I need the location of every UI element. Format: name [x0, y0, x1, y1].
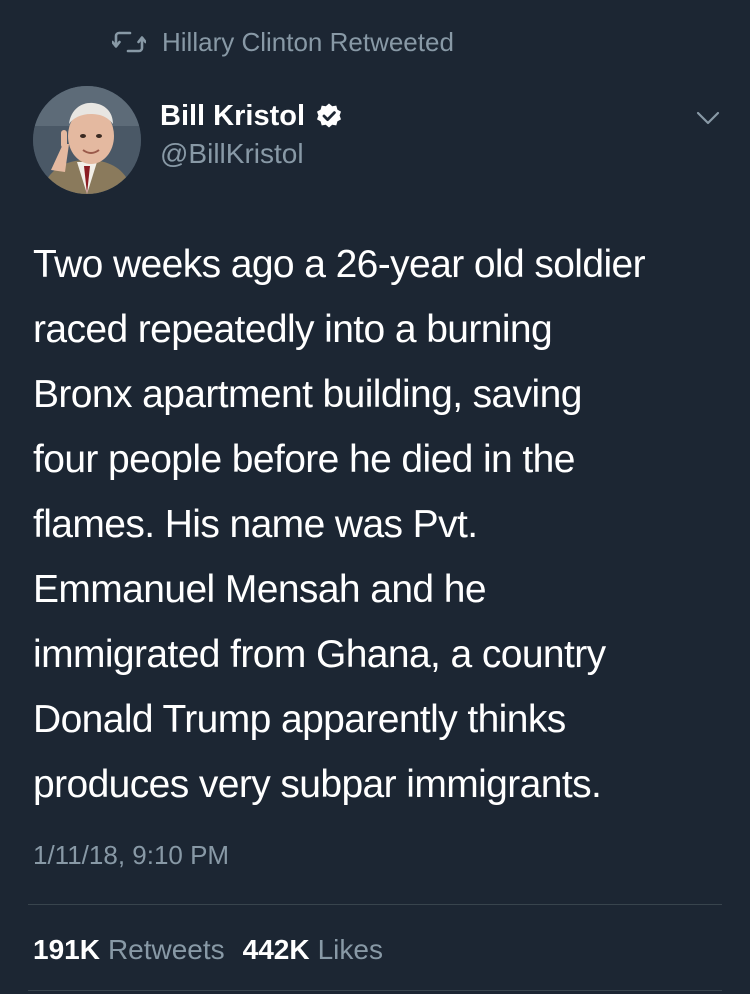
retweet-icon [112, 30, 146, 54]
retweets-count[interactable]: 191K [33, 934, 100, 966]
tweet-text-line: Two weeks ago a 26-year old soldier [33, 243, 646, 286]
tweet-text-line: Bronx apartment building, saving [33, 373, 582, 416]
tweet-text-line: Emmanuel Mensah and he [33, 568, 487, 611]
likes-count[interactable]: 442K [243, 934, 310, 966]
tweet-text-line: produces very subpar immigrants. [33, 763, 602, 806]
verified-badge-icon [315, 102, 343, 130]
tweet-text-line: four people before he died in the [33, 438, 575, 481]
author-block[interactable]: Bill Kristol @BillKristol [160, 96, 343, 170]
retweet-context-text: Hillary Clinton Retweeted [162, 26, 454, 57]
tweet-text-line: immigrated from Ghana, a country [33, 633, 606, 676]
handle[interactable]: @BillKristol [160, 138, 343, 170]
tweet-text-line: flames. His name was Pvt. [33, 503, 478, 546]
avatar[interactable] [33, 86, 141, 194]
tweet-text-line: raced repeatedly into a burning [33, 308, 553, 351]
chevron-down-icon[interactable] [694, 108, 722, 128]
tweet-stats: 191K Retweets 442K Likes [33, 930, 401, 970]
tweet-text-line: Donald Trump apparently thinks [33, 698, 566, 741]
likes-label[interactable]: Likes [318, 934, 383, 966]
display-name[interactable]: Bill Kristol [160, 100, 305, 133]
retweet-context[interactable]: Hillary Clinton Retweeted [112, 24, 454, 60]
tweet-timestamp[interactable]: 1/11/18, 9:10 PM [33, 840, 229, 871]
divider [28, 904, 722, 905]
display-name-row: Bill Kristol [160, 96, 343, 136]
tweet-text: Two weeks ago a 26-year old soldier race… [33, 232, 733, 817]
retweets-label[interactable]: Retweets [108, 934, 225, 966]
divider [28, 990, 722, 991]
